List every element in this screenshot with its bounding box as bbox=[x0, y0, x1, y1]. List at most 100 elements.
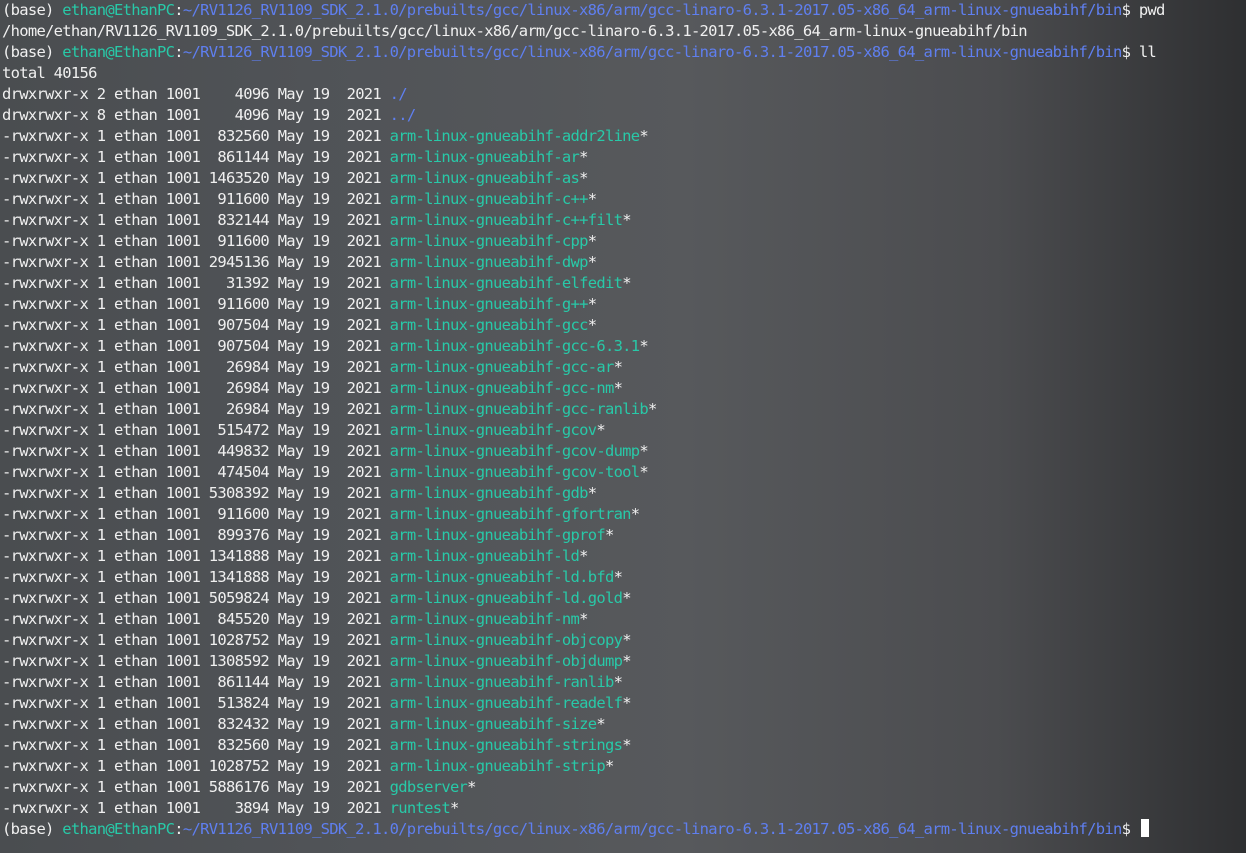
listing-row: -rwxrwxr-x 1 ethan 1001 832560 May 19 20… bbox=[2, 126, 649, 147]
file-type-indicator: * bbox=[622, 589, 631, 607]
file-group: 1001 bbox=[165, 631, 201, 649]
file-name: arm-linux-gnueabihf-gcc-6.3.1 bbox=[389, 337, 640, 355]
listing-row: -rwxrwxr-x 1 ethan 1001 1341888 May 19 2… bbox=[2, 546, 588, 567]
file-links: 1 bbox=[96, 484, 106, 502]
listing-row: -rwxrwxr-x 1 ethan 1001 907504 May 19 20… bbox=[2, 336, 649, 357]
file-type-indicator: * bbox=[579, 547, 588, 565]
file-owner: ethan bbox=[114, 484, 158, 502]
listing-row: -rwxrwxr-x 1 ethan 1001 5308392 May 19 2… bbox=[2, 483, 597, 504]
prompt-cwd: ~/RV1126_RV1109_SDK_2.1.0/prebuilts/gcc/… bbox=[182, 43, 1122, 61]
listing-row: -rwxrwxr-x 1 ethan 1001 1308592 May 19 2… bbox=[2, 651, 632, 672]
file-permissions: -rwxrwxr-x bbox=[2, 652, 89, 670]
file-group: 1001 bbox=[165, 694, 201, 712]
listing-row: -rwxrwxr-x 1 ethan 1001 832144 May 19 20… bbox=[2, 210, 632, 231]
file-links: 1 bbox=[96, 778, 106, 796]
file-date: May 19 2021 bbox=[277, 694, 382, 712]
file-name: arm-linux-gnueabihf-addr2line bbox=[389, 127, 640, 145]
file-name: arm-linux-gnueabihf-as bbox=[389, 169, 580, 187]
file-date: May 19 2021 bbox=[277, 799, 382, 817]
file-size: 899376 bbox=[208, 526, 270, 544]
file-owner: ethan bbox=[114, 547, 158, 565]
file-owner: ethan bbox=[114, 652, 158, 670]
file-size: 5886176 bbox=[208, 778, 270, 796]
file-links: 1 bbox=[96, 358, 106, 376]
file-group: 1001 bbox=[165, 757, 201, 775]
listing-total-text: total 40156 bbox=[2, 64, 97, 82]
file-links: 1 bbox=[96, 316, 106, 334]
file-type-indicator: * bbox=[579, 148, 588, 166]
file-group: 1001 bbox=[165, 400, 201, 418]
listing-row: -rwxrwxr-x 1 ethan 1001 911600 May 19 20… bbox=[2, 294, 597, 315]
file-name: ./ bbox=[389, 85, 408, 103]
file-name: ../ bbox=[389, 106, 417, 124]
file-owner: ethan bbox=[114, 799, 158, 817]
file-owner: ethan bbox=[114, 127, 158, 145]
file-date: May 19 2021 bbox=[277, 232, 382, 250]
file-date: May 19 2021 bbox=[277, 85, 382, 103]
file-owner: ethan bbox=[114, 736, 158, 754]
file-group: 1001 bbox=[165, 211, 201, 229]
file-type-indicator: * bbox=[639, 337, 649, 355]
file-size: 1341888 bbox=[208, 568, 270, 586]
file-group: 1001 bbox=[165, 169, 201, 187]
listing-row: -rwxrwxr-x 1 ethan 1001 3894 May 19 2021… bbox=[2, 798, 459, 819]
file-size: 907504 bbox=[208, 337, 270, 355]
file-type-indicator: * bbox=[648, 400, 657, 418]
prompt-symbol: $ bbox=[1121, 43, 1131, 61]
prompt-user: ethan@EthanPC bbox=[62, 820, 175, 838]
file-owner: ethan bbox=[114, 463, 158, 481]
file-name: arm-linux-gnueabihf-elfedit bbox=[389, 274, 623, 292]
file-date: May 19 2021 bbox=[277, 379, 382, 397]
file-permissions: -rwxrwxr-x bbox=[2, 379, 89, 397]
file-date: May 19 2021 bbox=[277, 505, 382, 523]
file-date: May 19 2021 bbox=[277, 400, 382, 418]
file-permissions: -rwxrwxr-x bbox=[2, 484, 89, 502]
listing-row: -rwxrwxr-x 1 ethan 1001 911600 May 19 20… bbox=[2, 189, 597, 210]
file-links: 1 bbox=[96, 127, 106, 145]
file-type-indicator: * bbox=[622, 652, 631, 670]
file-owner: ethan bbox=[114, 631, 158, 649]
file-permissions: -rwxrwxr-x bbox=[2, 568, 89, 586]
file-size: 1341888 bbox=[208, 547, 270, 565]
file-name: arm-linux-gnueabihf-readelf bbox=[389, 694, 623, 712]
file-links: 1 bbox=[96, 274, 106, 292]
prompt-symbol: $ bbox=[1121, 1, 1131, 19]
terminal-window[interactable]: (base) ethan@EthanPC:~/RV1126_RV1109_SDK… bbox=[0, 0, 1246, 853]
file-name: arm-linux-gnueabihf-c++filt bbox=[389, 211, 623, 229]
file-name: arm-linux-gnueabihf-gcov-tool bbox=[389, 463, 640, 481]
file-permissions: -rwxrwxr-x bbox=[2, 673, 89, 691]
file-group: 1001 bbox=[165, 463, 201, 481]
file-size: 832560 bbox=[208, 736, 270, 754]
file-name: arm-linux-gnueabihf-ld.bfd bbox=[389, 568, 615, 586]
file-links: 1 bbox=[96, 610, 106, 628]
listing-row: -rwxrwxr-x 1 ethan 1001 26984 May 19 202… bbox=[2, 399, 657, 420]
file-size: 3894 bbox=[208, 799, 270, 817]
file-size: 474504 bbox=[208, 463, 270, 481]
file-group: 1001 bbox=[165, 442, 201, 460]
file-date: May 19 2021 bbox=[277, 631, 382, 649]
file-group: 1001 bbox=[165, 589, 201, 607]
file-owner: ethan bbox=[114, 568, 158, 586]
file-group: 1001 bbox=[165, 127, 201, 145]
file-group: 1001 bbox=[165, 799, 201, 817]
file-date: May 19 2021 bbox=[277, 442, 382, 460]
file-size: 5059824 bbox=[208, 589, 270, 607]
file-date: May 19 2021 bbox=[277, 484, 382, 502]
file-permissions: -rwxrwxr-x bbox=[2, 589, 89, 607]
file-owner: ethan bbox=[114, 610, 158, 628]
listing-total: total 40156 bbox=[2, 63, 97, 84]
file-owner: ethan bbox=[114, 778, 158, 796]
file-name: arm-linux-gnueabihf-ranlib bbox=[389, 673, 615, 691]
text-cursor[interactable] bbox=[1140, 819, 1149, 837]
file-owner: ethan bbox=[114, 715, 158, 733]
listing-row: -rwxrwxr-x 1 ethan 1001 26984 May 19 202… bbox=[2, 357, 623, 378]
file-group: 1001 bbox=[165, 379, 201, 397]
file-date: May 19 2021 bbox=[277, 547, 382, 565]
listing-row: -rwxrwxr-x 1 ethan 1001 832432 May 19 20… bbox=[2, 714, 606, 735]
file-name: gdbserver bbox=[389, 778, 468, 796]
file-links: 1 bbox=[96, 211, 106, 229]
file-date: May 19 2021 bbox=[277, 358, 382, 376]
file-type-indicator: * bbox=[587, 253, 597, 271]
file-owner: ethan bbox=[114, 694, 158, 712]
file-date: May 19 2021 bbox=[277, 610, 382, 628]
